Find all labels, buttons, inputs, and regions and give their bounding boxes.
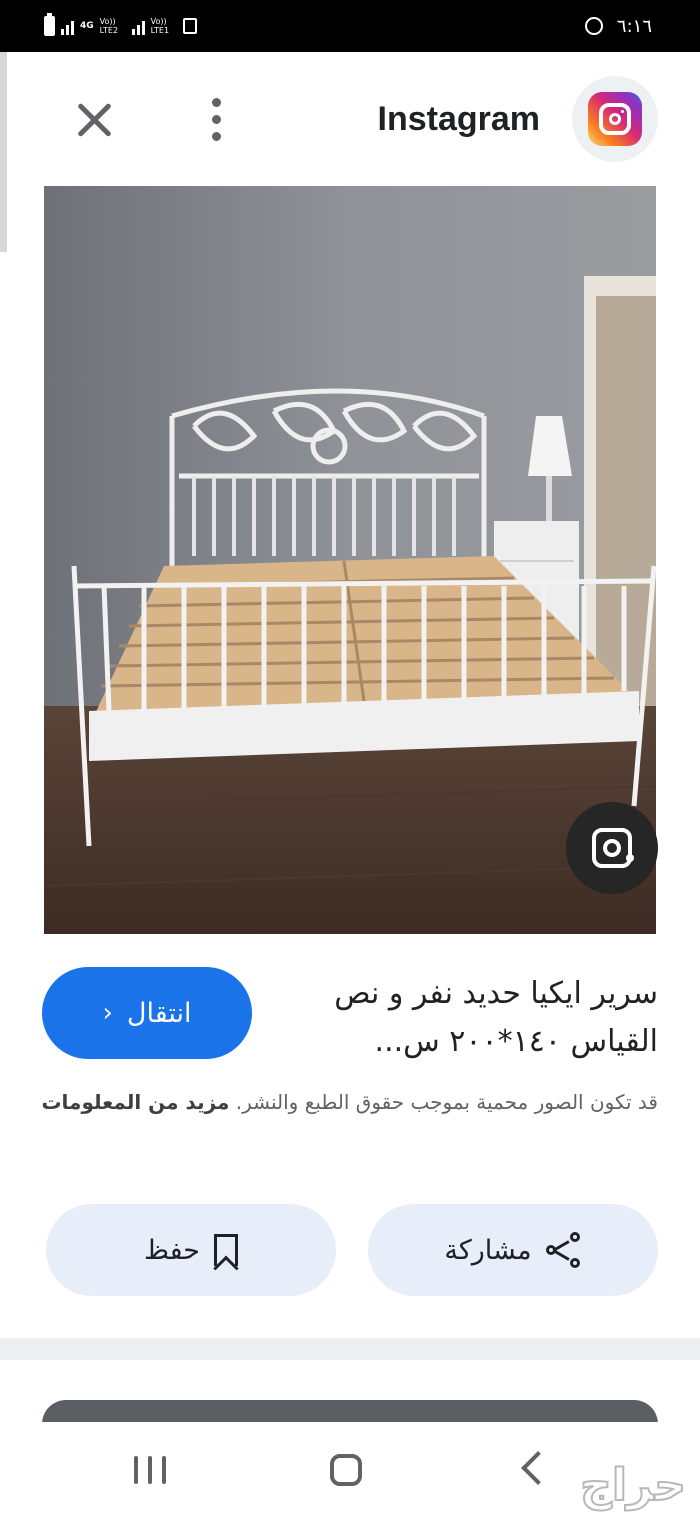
result-image[interactable]	[44, 186, 656, 934]
visit-button[interactable]: انتقال ‹	[42, 967, 252, 1059]
recent-apps-icon[interactable]	[134, 1456, 166, 1484]
data-saver-icon	[584, 17, 603, 35]
result-title[interactable]: سرير ايكيا حديد نفر و نص القياس ١٤٠*٢٠٠ …	[268, 970, 658, 1066]
more-info-link[interactable]: مزيد من المعلومات	[41, 1090, 229, 1114]
signal-icon	[61, 17, 74, 35]
chevron-left-icon: ‹	[102, 998, 113, 1028]
scroll-indicator	[0, 52, 7, 252]
network-indicator: 4G	[80, 20, 94, 31]
source-title[interactable]: Instagram	[378, 100, 541, 139]
save-label: حفظ	[144, 1234, 200, 1266]
battery-icon	[44, 13, 55, 36]
status-bar: 4G Vo)) LTE2 Vo)) LTE1 ٦:١٦	[0, 0, 700, 52]
status-indicators: 4G Vo)) LTE2 Vo)) LTE1	[44, 12, 197, 40]
copyright-notice: قد تكون الصور محمية بموجب حقوق الطبع وال…	[38, 1084, 658, 1120]
bed-photo	[44, 186, 656, 934]
network-1-label: Vo)) LTE2	[99, 17, 119, 35]
notification-icon	[182, 18, 197, 34]
back-icon[interactable]	[521, 1451, 555, 1485]
network-2-label: Vo)) LTE1	[150, 17, 170, 35]
source-avatar[interactable]	[572, 76, 658, 162]
share-label: مشاركة	[444, 1234, 532, 1266]
visit-label: انتقال	[126, 997, 192, 1029]
save-button[interactable]: حفظ	[46, 1204, 336, 1296]
google-lens-icon[interactable]	[566, 802, 658, 894]
home-icon[interactable]	[330, 1454, 362, 1486]
share-icon	[545, 1232, 582, 1268]
signal-2-icon	[131, 17, 145, 35]
status-right: ٦:١٦	[584, 12, 652, 40]
haraj-watermark: حراج	[579, 1459, 687, 1512]
section-divider	[0, 1338, 700, 1360]
clock: ٦:١٦	[616, 15, 652, 37]
header: Instagram	[0, 52, 700, 186]
instagram-icon	[588, 92, 642, 146]
more-vert-icon[interactable]	[200, 94, 234, 146]
close-icon[interactable]	[68, 94, 120, 146]
bookmark-icon	[214, 1234, 238, 1266]
copyright-text: قد تكون الصور محمية بموجب حقوق الطبع وال…	[235, 1090, 658, 1114]
share-button[interactable]: مشاركة	[368, 1204, 658, 1296]
